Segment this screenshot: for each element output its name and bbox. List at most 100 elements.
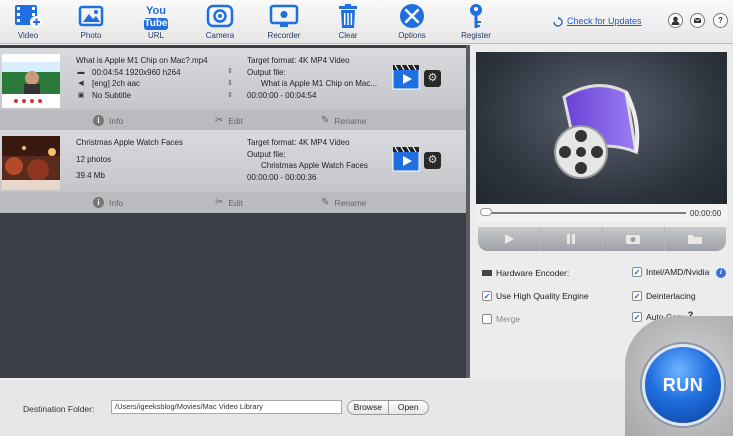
toolbar-register-button[interactable]: Register — [448, 2, 504, 40]
info-icon: i — [93, 197, 104, 208]
run-button[interactable]: RUN — [642, 344, 724, 426]
toolbar-photo-button[interactable]: Photo — [63, 2, 119, 40]
item-actions: i Info ✂ Edit ✎ Rename — [0, 192, 466, 213]
list-item[interactable]: Christmas Apple Watch Faces 12 photos 39… — [0, 130, 466, 213]
toolbar-url-button[interactable]: You Tube URL — [128, 2, 184, 40]
scissors-icon: ✂ — [215, 115, 224, 126]
trash-icon — [339, 4, 357, 28]
high-quality-checkbox[interactable]: ✓ Use High Quality Engine — [482, 291, 589, 301]
help-button[interactable]: ? — [713, 13, 728, 28]
youtube-icon-bottom: Tube — [144, 18, 168, 30]
toolbar-camera-button[interactable]: Camera — [192, 2, 248, 40]
player-controls — [478, 227, 726, 251]
open-folder-button[interactable] — [665, 227, 726, 251]
help-icon: ? — [718, 16, 723, 25]
browse-button[interactable]: Browse — [348, 401, 389, 414]
toolbar-options-button[interactable]: Options — [384, 2, 440, 40]
snapshot-button[interactable] — [603, 227, 665, 251]
scissors-icon: ✂ — [215, 197, 224, 208]
item-source-info: What is Apple M1 Chip on Mac?.mp4 ▬ 00:04… — [76, 55, 208, 101]
info-icon[interactable]: i — [716, 268, 726, 278]
intel-nvidia-checkbox[interactable]: ✓ Intel/AMD/Nvidia — [632, 267, 709, 277]
item-title: Christmas Apple Watch Faces — [76, 138, 183, 147]
destination-label: Destination Folder: — [23, 404, 95, 414]
audio-track-stepper[interactable]: ⇕ — [227, 79, 233, 87]
toolbar-recorder-label: Recorder — [267, 31, 301, 40]
pause-icon — [566, 234, 575, 244]
list-item[interactable]: What is Apple M1 Chip on Mac?.mp4 ▬ 00:04… — [0, 48, 466, 131]
subtitle-icon: ▣ — [77, 91, 85, 99]
edit-button[interactable]: ✂ Edit — [215, 115, 243, 126]
list-item-details: What is Apple M1 Chip on Mac?.mp4 ▬ 00:04… — [0, 48, 466, 110]
info-button[interactable]: i Info — [93, 197, 123, 208]
item-audio-info: [eng] 2ch aac — [92, 79, 141, 88]
mail-button[interactable] — [690, 13, 705, 28]
photo-icon — [78, 5, 104, 27]
video-profile-icon[interactable] — [392, 146, 420, 172]
item-output-time: 00:00:00 - 00:04:54 — [247, 90, 317, 100]
add-video-icon — [15, 5, 42, 28]
youtube-icon-top: You — [146, 5, 166, 17]
rename-button[interactable]: ✎ Rename — [321, 115, 367, 126]
info-label: Info — [109, 115, 124, 126]
camera-icon — [206, 4, 234, 28]
list-item-details: Christmas Apple Watch Faces 12 photos 39… — [0, 130, 466, 192]
video-track-stepper[interactable]: ⇕ — [227, 67, 233, 75]
video-profile-icon[interactable] — [392, 64, 420, 90]
checkbox-checked[interactable]: ✓ — [632, 312, 642, 322]
toolbar-video-label: Video — [17, 31, 39, 40]
check-updates-link[interactable]: Check for Updates — [567, 16, 642, 26]
gear-icon[interactable]: ⚙ — [424, 70, 441, 87]
info-button[interactable]: i Info — [93, 115, 123, 126]
edit-label: Edit — [228, 197, 244, 208]
item-target-format: Target format: 4K MP4 Video — [247, 138, 350, 147]
item-output-name: Christmas Apple Watch Faces — [261, 161, 368, 170]
video-thumbnail — [2, 54, 60, 108]
checkbox-checked[interactable]: ✓ — [632, 291, 642, 301]
edit-label: Edit — [228, 115, 244, 126]
play-button[interactable] — [478, 227, 541, 251]
hardware-encoder-text: Hardware Encoder: — [496, 268, 570, 278]
toolbar-register-label: Register — [461, 31, 491, 40]
info-icon: i — [93, 115, 104, 126]
user-icon — [671, 16, 680, 25]
deinterlacing-checkbox[interactable]: ✓ Deinterlacing — [632, 291, 696, 301]
item-output-label: Output file: — [247, 149, 286, 159]
toolbar-video-button[interactable]: Video — [0, 2, 56, 40]
toolbar-recorder-button[interactable]: Recorder — [256, 2, 312, 40]
envelope-icon — [693, 17, 702, 23]
checkbox-checked[interactable]: ✓ — [482, 291, 492, 301]
seek-handle[interactable] — [480, 208, 492, 216]
gear-icon[interactable]: ⚙ — [424, 152, 441, 169]
item-output-info: Target format: 4K MP4 Video Output file:… — [247, 55, 377, 101]
item-source-info: Christmas Apple Watch Faces 12 photos 39… — [76, 137, 183, 182]
refresh-icon — [553, 17, 563, 27]
toolbar-photo-label: Photo — [80, 31, 102, 40]
toolbar-options-label: Options — [398, 31, 426, 40]
subtitle-track-stepper[interactable]: ⇕ — [227, 91, 233, 99]
rename-label: Rename — [334, 197, 367, 208]
item-title: What is Apple M1 Chip on Mac?.mp4 — [76, 56, 208, 65]
toolbar-clear-button[interactable]: Clear — [320, 2, 376, 40]
playback-time: 00:00:00 — [690, 209, 722, 218]
account-button[interactable] — [668, 13, 683, 28]
item-output-info: Target format: 4K MP4 Video Output file:… — [247, 137, 368, 183]
file-list: What is Apple M1 Chip on Mac?.mp4 ▬ 00:04… — [0, 45, 470, 378]
pause-button[interactable] — [540, 227, 603, 251]
item-target-format: Target format: 4K MP4 Video — [247, 56, 350, 65]
item-video-info: 00:04:54 1920x960 h264 — [92, 67, 181, 77]
item-actions: i Info ✂ Edit ✎ Rename — [0, 110, 466, 131]
speaker-icon: ◀ — [78, 80, 84, 87]
film-reel-logo — [554, 84, 640, 179]
rename-button[interactable]: ✎ Rename — [321, 197, 367, 208]
item-output-name: What is Apple M1 Chip on Mac... — [261, 79, 378, 88]
destination-path-field[interactable]: /Users/igeeksblog/Movies/Mac Video Libra… — [111, 400, 342, 414]
checkbox-checked[interactable]: ✓ — [632, 267, 642, 277]
merge-checkbox[interactable]: Merge — [482, 314, 520, 324]
seek-track[interactable] — [486, 212, 686, 214]
open-button[interactable]: Open — [389, 401, 429, 414]
photo-thumbnail — [2, 136, 60, 190]
edit-button[interactable]: ✂ Edit — [215, 197, 243, 208]
chip-icon — [482, 270, 492, 276]
checkbox-unchecked[interactable] — [482, 314, 492, 324]
